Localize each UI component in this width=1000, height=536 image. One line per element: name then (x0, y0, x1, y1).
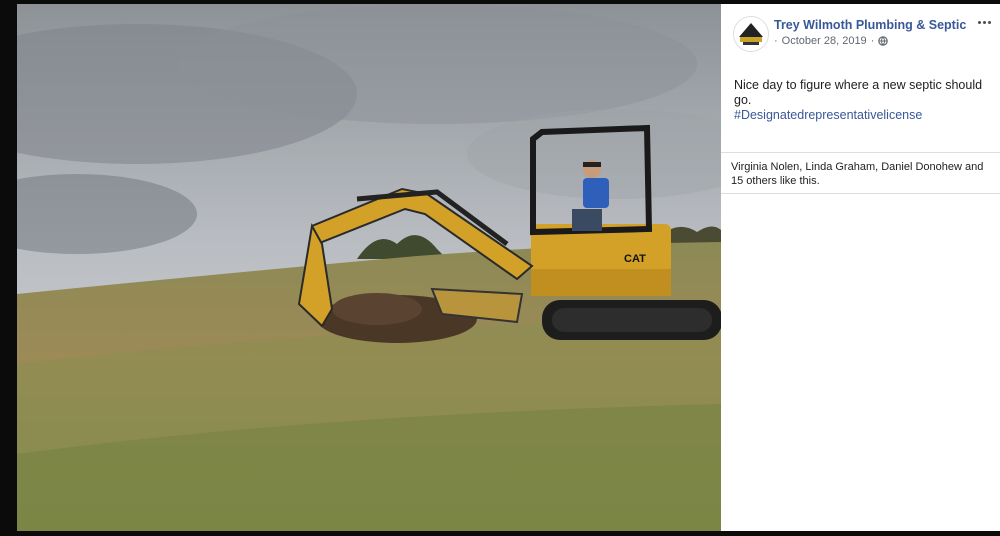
page-avatar[interactable] (733, 16, 769, 52)
company-logo-icon (734, 17, 768, 51)
post-details-panel: Trey Wilmoth Plumbing & Septic · October… (721, 4, 1000, 531)
excavator-photo: CAT (17, 4, 721, 531)
post-photo[interactable]: CAT (17, 4, 721, 531)
meta-separator: · (870, 35, 875, 47)
page-name-link[interactable]: Trey Wilmoth Plumbing & Septic (774, 18, 966, 32)
meta-separator: · (774, 35, 778, 47)
machine-label: CAT (624, 253, 646, 265)
more-options-button[interactable] (974, 14, 994, 30)
divider (721, 152, 1000, 153)
more-dot-icon (987, 20, 991, 24)
post-body: Nice day to figure where a new septic sh… (734, 78, 996, 123)
post-text: Nice day to figure where a new septic sh… (734, 78, 983, 107)
globe-icon (878, 36, 889, 46)
more-dot-icon (982, 20, 986, 24)
hashtag-link[interactable]: #Designatedrepresentativelicense (734, 108, 996, 123)
more-dot-icon (977, 20, 981, 24)
divider (721, 193, 1000, 194)
post-date[interactable]: October 28, 2019 (782, 35, 867, 47)
post-meta: · October 28, 2019 · (774, 35, 889, 47)
likes-summary[interactable]: Virginia Nolen, Linda Graham, Daniel Don… (731, 160, 993, 188)
photo-viewer: CAT Trey Wilmoth Plumbing & Septic · Oct… (0, 0, 1000, 536)
